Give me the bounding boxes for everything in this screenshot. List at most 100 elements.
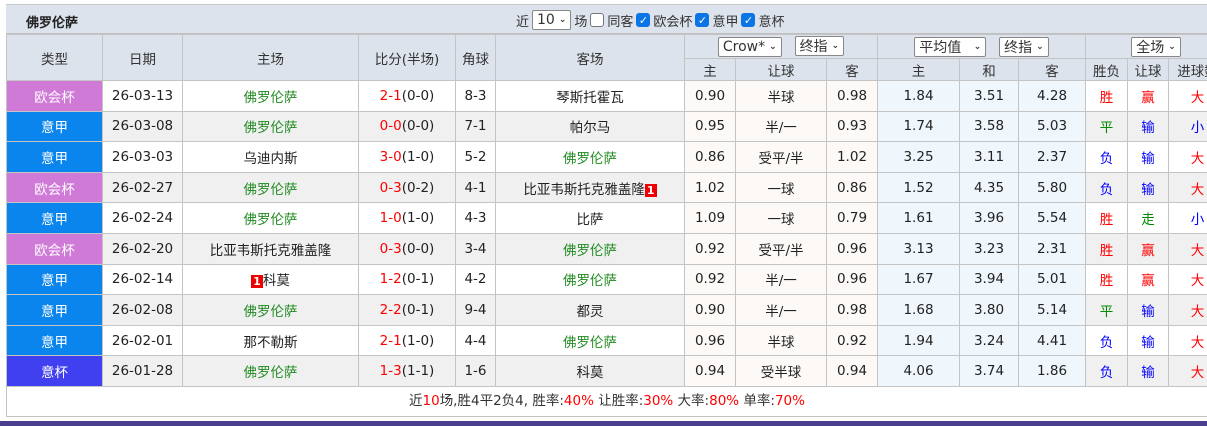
match-result: 平 — [1099, 303, 1114, 320]
match-row: 意甲 26-03-03 乌迪内斯 3-0(1-0) 5-2 佛罗伦萨 0.86 受平/半 1.0… — [6, 141, 1207, 173]
league-label: 意甲 — [41, 334, 68, 351]
euro-away-odds: 5.14 — [1036, 301, 1068, 318]
result-cell: 大 — [1167, 324, 1207, 357]
date-cell: 26-02-08 — [102, 294, 183, 326]
same-home-checkbox[interactable] — [590, 13, 605, 27]
league-label: 意杯 — [41, 365, 68, 382]
odds-cell: 1.86 — [1018, 355, 1086, 387]
away-team-link[interactable]: 琴斯托霍瓦 — [556, 90, 624, 106]
score-cell: 0-3(0-2) — [358, 171, 456, 204]
recent-label: 近 — [516, 14, 530, 30]
away-team-link[interactable]: 比萨 — [577, 212, 604, 228]
away-team-link[interactable]: 佛罗伦萨 — [563, 273, 617, 289]
home-team-link[interactable]: 佛罗伦萨 — [244, 304, 298, 320]
same-home-label: 同客 — [607, 14, 634, 30]
home-team-link[interactable]: 佛罗伦萨 — [244, 90, 298, 106]
home-team-link[interactable]: 那不勒斯 — [244, 335, 298, 351]
odds-cell: 半球 — [735, 80, 827, 112]
date-cell: 26-02-27 — [102, 171, 183, 204]
col-corner: 角球 — [455, 34, 496, 81]
odds-cell: 1.52 — [877, 171, 960, 204]
odds-cell: 3.74 — [959, 355, 1019, 387]
score-cell: 0-0(0-0) — [358, 110, 456, 143]
euro-home-odds: 3.13 — [903, 240, 934, 257]
company-value: Crow* — [722, 39, 766, 55]
odds-cell: 1.67 — [877, 263, 960, 296]
home-odds: 0.92 — [694, 240, 726, 257]
subcol-header: 和 — [959, 58, 1019, 81]
result-header: 全场 ⌄ — [1084, 34, 1207, 59]
match-row: 意甲 26-02-08 佛罗伦萨 2-2(0-1) 9-4 都灵 0.90 半/一 0.98 1.… — [6, 294, 1207, 326]
filter-checkbox-coppa[interactable]: ✓ — [741, 13, 756, 27]
odds-type-select[interactable]: 终指 ⌄ — [794, 36, 845, 56]
over-under-result: 大 — [1190, 89, 1205, 106]
col-home: 主场 — [182, 34, 359, 81]
half-time-score: (1-0) — [401, 210, 435, 227]
half-time-score: (0-1) — [401, 301, 435, 318]
odds2-type-select[interactable]: 终指 ⌄ — [999, 36, 1049, 57]
home-cell: 佛罗伦萨 — [182, 294, 359, 326]
home-team-link[interactable]: 科莫 — [263, 273, 290, 289]
period-select[interactable]: 全场 ⌄ — [1131, 36, 1181, 57]
odds-cell: 0.92 — [684, 232, 736, 265]
full-time-score: 0-3 — [379, 240, 402, 257]
league-cell: 意杯 — [6, 355, 103, 387]
odds-cell: 2.37 — [1018, 141, 1086, 173]
home-team-link[interactable]: 佛罗伦萨 — [244, 365, 298, 381]
home-team-link[interactable]: 佛罗伦萨 — [244, 182, 298, 198]
euro-draw-odds: 3.23 — [973, 240, 1005, 257]
away-cell: 都灵 — [495, 294, 685, 326]
away-team-link[interactable]: 佛罗伦萨 — [563, 243, 617, 259]
odds-cell: 0.98 — [826, 80, 878, 112]
odd-rate: 70% — [774, 393, 805, 409]
chevron-down-icon: ⌄ — [769, 42, 777, 52]
company2-select[interactable]: 平均值 ⌄ — [914, 36, 987, 57]
result-cell: 大 — [1167, 355, 1207, 387]
euro-home-odds: 1.61 — [903, 210, 934, 227]
euro-draw-odds: 3.80 — [973, 301, 1005, 318]
filter-checkbox-europa-conf[interactable]: ✓ — [636, 13, 651, 27]
result-cell: 大 — [1167, 232, 1207, 265]
odds-cell: 3.96 — [959, 202, 1019, 234]
match-row: 欧会杯 26-03-13 佛罗伦萨 2-1(0-0) 8-3 琴斯托霍瓦 0.90 半球 0.9… — [6, 80, 1207, 112]
away-odds: 0.98 — [836, 301, 868, 318]
handicap-result: 赢 — [1141, 242, 1155, 259]
filter-checkbox-serie-a[interactable]: ✓ — [695, 13, 710, 27]
euro-odds-header: 平均值 ⌄ 终指 ⌄ — [877, 34, 1086, 59]
odds-cell: 3.13 — [877, 232, 960, 265]
euro-away-odds: 1.86 — [1036, 363, 1068, 380]
handicap: 受平/半 — [758, 242, 804, 259]
home-team-link[interactable]: 佛罗伦萨 — [244, 212, 298, 228]
odds-cell: 0.92 — [826, 324, 878, 357]
odds-cell: 3.24 — [959, 324, 1019, 357]
euro-home-odds: 1.74 — [903, 118, 934, 135]
recent-count-select[interactable]: 10 ⌄ — [532, 10, 572, 30]
match-result: 胜 — [1099, 273, 1114, 290]
full-time-score: 2-2 — [379, 301, 402, 318]
home-team-link[interactable]: 乌迪内斯 — [244, 151, 298, 167]
chevron-down-icon: ⌄ — [973, 41, 982, 52]
over-under-result: 大 — [1190, 181, 1205, 198]
corner-cell: 8-3 — [455, 80, 496, 112]
odds-cell: 3.58 — [959, 110, 1019, 143]
handicap: 半球 — [767, 89, 795, 106]
match-result: 胜 — [1099, 212, 1114, 229]
match-result: 负 — [1099, 181, 1114, 198]
away-team-link[interactable]: 佛罗伦萨 — [563, 335, 617, 351]
away-team-link[interactable]: 都灵 — [577, 304, 604, 320]
company-select[interactable]: Crow* ⌄ — [717, 37, 782, 57]
away-team-link[interactable]: 科莫 — [577, 365, 604, 381]
half-time-score: (0-0) — [401, 118, 435, 135]
home-team-link[interactable]: 佛罗伦萨 — [244, 120, 298, 136]
match-date: 26-01-28 — [111, 363, 174, 380]
result-cell: 输 — [1127, 355, 1169, 387]
home-cell: 比亚韦斯托克雅盖隆 — [182, 232, 359, 265]
match-result: 负 — [1099, 365, 1114, 382]
away-team-link[interactable]: 比亚韦斯托克雅盖隆 — [523, 182, 645, 198]
result-cell: 赢 — [1127, 263, 1169, 296]
away-team-link[interactable]: 佛罗伦萨 — [563, 151, 617, 167]
away-team-link[interactable]: 帕尔马 — [570, 120, 611, 136]
odds-cell: 一球 — [735, 171, 827, 204]
over-under-result: 大 — [1190, 303, 1205, 320]
home-team-link[interactable]: 比亚韦斯托克雅盖隆 — [210, 243, 332, 259]
